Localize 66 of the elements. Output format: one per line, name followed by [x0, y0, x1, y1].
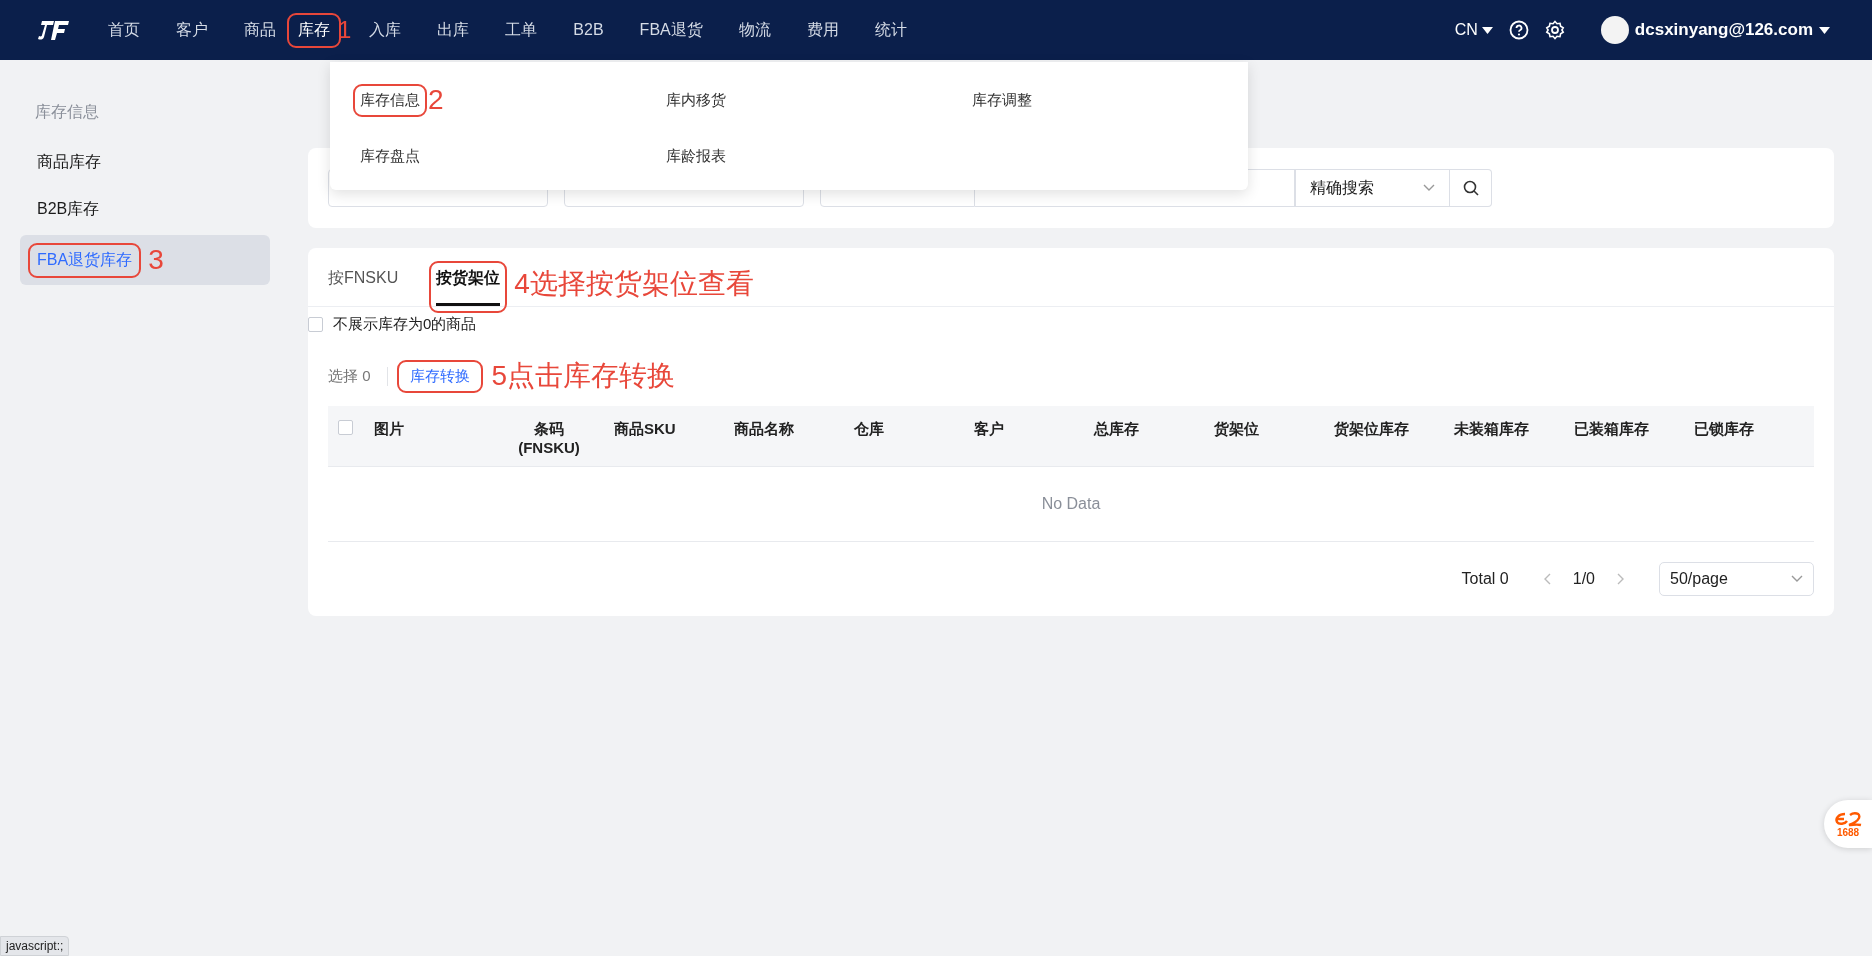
prev-page-icon[interactable]	[1542, 573, 1551, 585]
select-all-checkbox[interactable]	[338, 420, 353, 435]
column-header: 已装箱库存	[1574, 420, 1650, 439]
tab[interactable]: 按FNSKU	[328, 268, 399, 306]
sidebar-item[interactable]: B2B库存	[20, 188, 270, 231]
search-button[interactable]	[1450, 169, 1492, 207]
settings-icon[interactable]	[1544, 20, 1565, 40]
nav-tab[interactable]: 商品	[226, 20, 294, 38]
nav-tab[interactable]: 费用	[788, 20, 857, 38]
swirl-icon	[1833, 810, 1863, 827]
badge-label: 1688	[1836, 826, 1860, 838]
column-header: 客户	[974, 420, 1005, 439]
selection-count: 选择 0	[328, 366, 388, 386]
nav-tab[interactable]: 入库	[351, 20, 420, 38]
sidebar-heading: 库存信息	[34, 102, 100, 122]
column-header: 总库存	[1094, 420, 1140, 439]
sidebar-item[interactable]: 商品库存	[20, 141, 270, 184]
menu-item[interactable]: 库存盘点	[330, 128, 636, 184]
annotation-label: 3	[148, 246, 164, 274]
status-bar: javascript:;	[0, 936, 70, 956]
logo-icon	[38, 19, 70, 41]
total-count: Total 0	[1461, 570, 1509, 588]
checkbox[interactable]	[308, 317, 323, 332]
checkbox-label: 不展示库存为0的商品	[333, 315, 477, 334]
nav-tab[interactable]: 客户	[158, 20, 226, 38]
nav-tab[interactable]: FBA退货	[621, 20, 721, 38]
nav-tab[interactable]: 首页	[90, 20, 158, 38]
help-icon[interactable]	[1508, 20, 1529, 40]
column-header: 图片	[374, 420, 405, 439]
menu-item[interactable]: 库存信息 2	[330, 72, 636, 128]
column-header: 货架位	[1214, 420, 1260, 439]
column-header: 条码 (FNSKU)	[517, 420, 581, 456]
annotation-label: 2	[428, 86, 444, 114]
page-indicator: 1/0	[1572, 570, 1595, 588]
search-icon	[1462, 180, 1479, 196]
match-mode-select[interactable]: 精确搜索	[1295, 169, 1450, 207]
column-header: 仓库	[854, 420, 885, 439]
chevron-down-icon	[1791, 575, 1803, 583]
convert-stock-link[interactable]: 库存转换	[403, 366, 476, 384]
tab[interactable]: 按货架位	[436, 268, 501, 306]
column-header: 商品名称	[734, 420, 795, 439]
menu-item[interactable]: 库内移货	[636, 72, 942, 128]
caret-icon	[1819, 26, 1830, 34]
nav-tab[interactable]: 出库	[419, 20, 488, 38]
next-page-icon[interactable]	[1617, 573, 1625, 585]
column-header: 货架位库存	[1334, 420, 1410, 439]
nav-tab[interactable]: B2B	[555, 21, 622, 38]
avatar-icon	[1600, 16, 1629, 44]
menu-item[interactable]: 库存调整	[942, 72, 1248, 128]
nav-tab[interactable]: 库存	[294, 20, 334, 38]
search-field[interactable]	[975, 169, 1295, 207]
annotation-label: 4选择按货架位查看	[514, 270, 754, 298]
caret-icon	[1481, 26, 1493, 34]
nav-tab[interactable]: 工单	[487, 20, 556, 38]
page-size-select[interactable]: 50/page	[1659, 562, 1814, 596]
language-select[interactable]: CN	[1454, 21, 1493, 39]
chevron-down-icon	[1423, 184, 1435, 192]
menu-item[interactable]: 库龄报表	[636, 128, 942, 184]
nav-tab[interactable]: 统计	[856, 20, 925, 38]
column-header: 已锁库存	[1694, 420, 1755, 439]
user-menu[interactable]: dcsxinyang@126.com	[1594, 15, 1836, 45]
column-header: 未装箱库存	[1454, 420, 1530, 439]
annotation-label: 5点击库存转换	[491, 362, 676, 390]
empty-message: No Data	[328, 467, 1814, 542]
column-header: 商品SKU	[614, 420, 677, 439]
nav-tab[interactable]: 物流	[720, 20, 789, 38]
